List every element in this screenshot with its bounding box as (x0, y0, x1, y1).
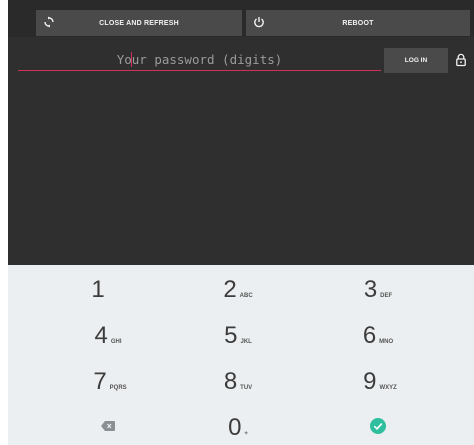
key-digit: 2 (223, 276, 237, 303)
backspace-icon (101, 421, 115, 431)
password-input[interactable] (18, 46, 381, 71)
key-8[interactable]: 8 TUV (188, 362, 288, 402)
lock-icon[interactable] (455, 53, 467, 67)
key-digit: 8 (223, 368, 238, 395)
check-circle-icon (370, 418, 386, 434)
key-5[interactable]: 5 JKL (188, 316, 288, 356)
reboot-button[interactable]: REBOOT (246, 10, 470, 36)
key-digit: 9 (363, 368, 377, 395)
key-letters: ABC (239, 293, 253, 299)
key-digit: 5 (224, 322, 238, 349)
key-letters: WXYZ (379, 385, 397, 391)
numeric-keypad: 1 2 ABC 3 DEF 4 GHI 5 JKL 6 MNO 7 PQRS 8 (8, 265, 474, 445)
key-letters: PQRS (109, 385, 127, 391)
login-button[interactable]: LOG IN (384, 48, 448, 73)
key-letters: DEF (380, 293, 393, 299)
key-9[interactable]: 9 WXYZ (330, 362, 430, 402)
text-caret (131, 52, 132, 67)
key-6[interactable]: 6 MNO (328, 316, 428, 356)
key-letters: + (244, 431, 248, 437)
reboot-label: REBOOT (342, 19, 374, 27)
key-0[interactable]: 0 + (188, 408, 288, 445)
login-label: LOG IN (404, 57, 428, 64)
key-letters: TUV (240, 385, 253, 391)
close-and-refresh-label: CLOSE AND REFRESH (99, 19, 179, 27)
refresh-icon (44, 16, 54, 28)
key-4[interactable]: 4 GHI (58, 316, 158, 356)
key-letters: JKL (240, 339, 252, 345)
key-digit: 7 (93, 368, 107, 395)
key-digit: 3 (363, 276, 378, 303)
key-digit: 1 (91, 276, 105, 303)
key-7[interactable]: 7 PQRS (60, 362, 160, 402)
key-digit: 6 (362, 322, 377, 349)
close-and-refresh-button[interactable]: CLOSE AND REFRESH (36, 10, 242, 36)
key-letters: MNO (379, 339, 394, 345)
power-icon (254, 17, 264, 28)
password-field-wrapper (18, 46, 381, 73)
login-screen: CLOSE AND REFRESH REBOOT LOG IN 1 2 ABC … (8, 0, 474, 445)
key-2[interactable]: 2 ABC (188, 270, 288, 310)
done-button[interactable] (363, 411, 393, 441)
key-1[interactable]: 1 (48, 270, 148, 310)
key-digit: 4 (94, 322, 108, 349)
key-digit: 0 (228, 414, 242, 441)
key-letters: GHI (110, 339, 122, 345)
key-3[interactable]: 3 DEF (328, 270, 428, 310)
backspace-button[interactable] (93, 411, 123, 441)
